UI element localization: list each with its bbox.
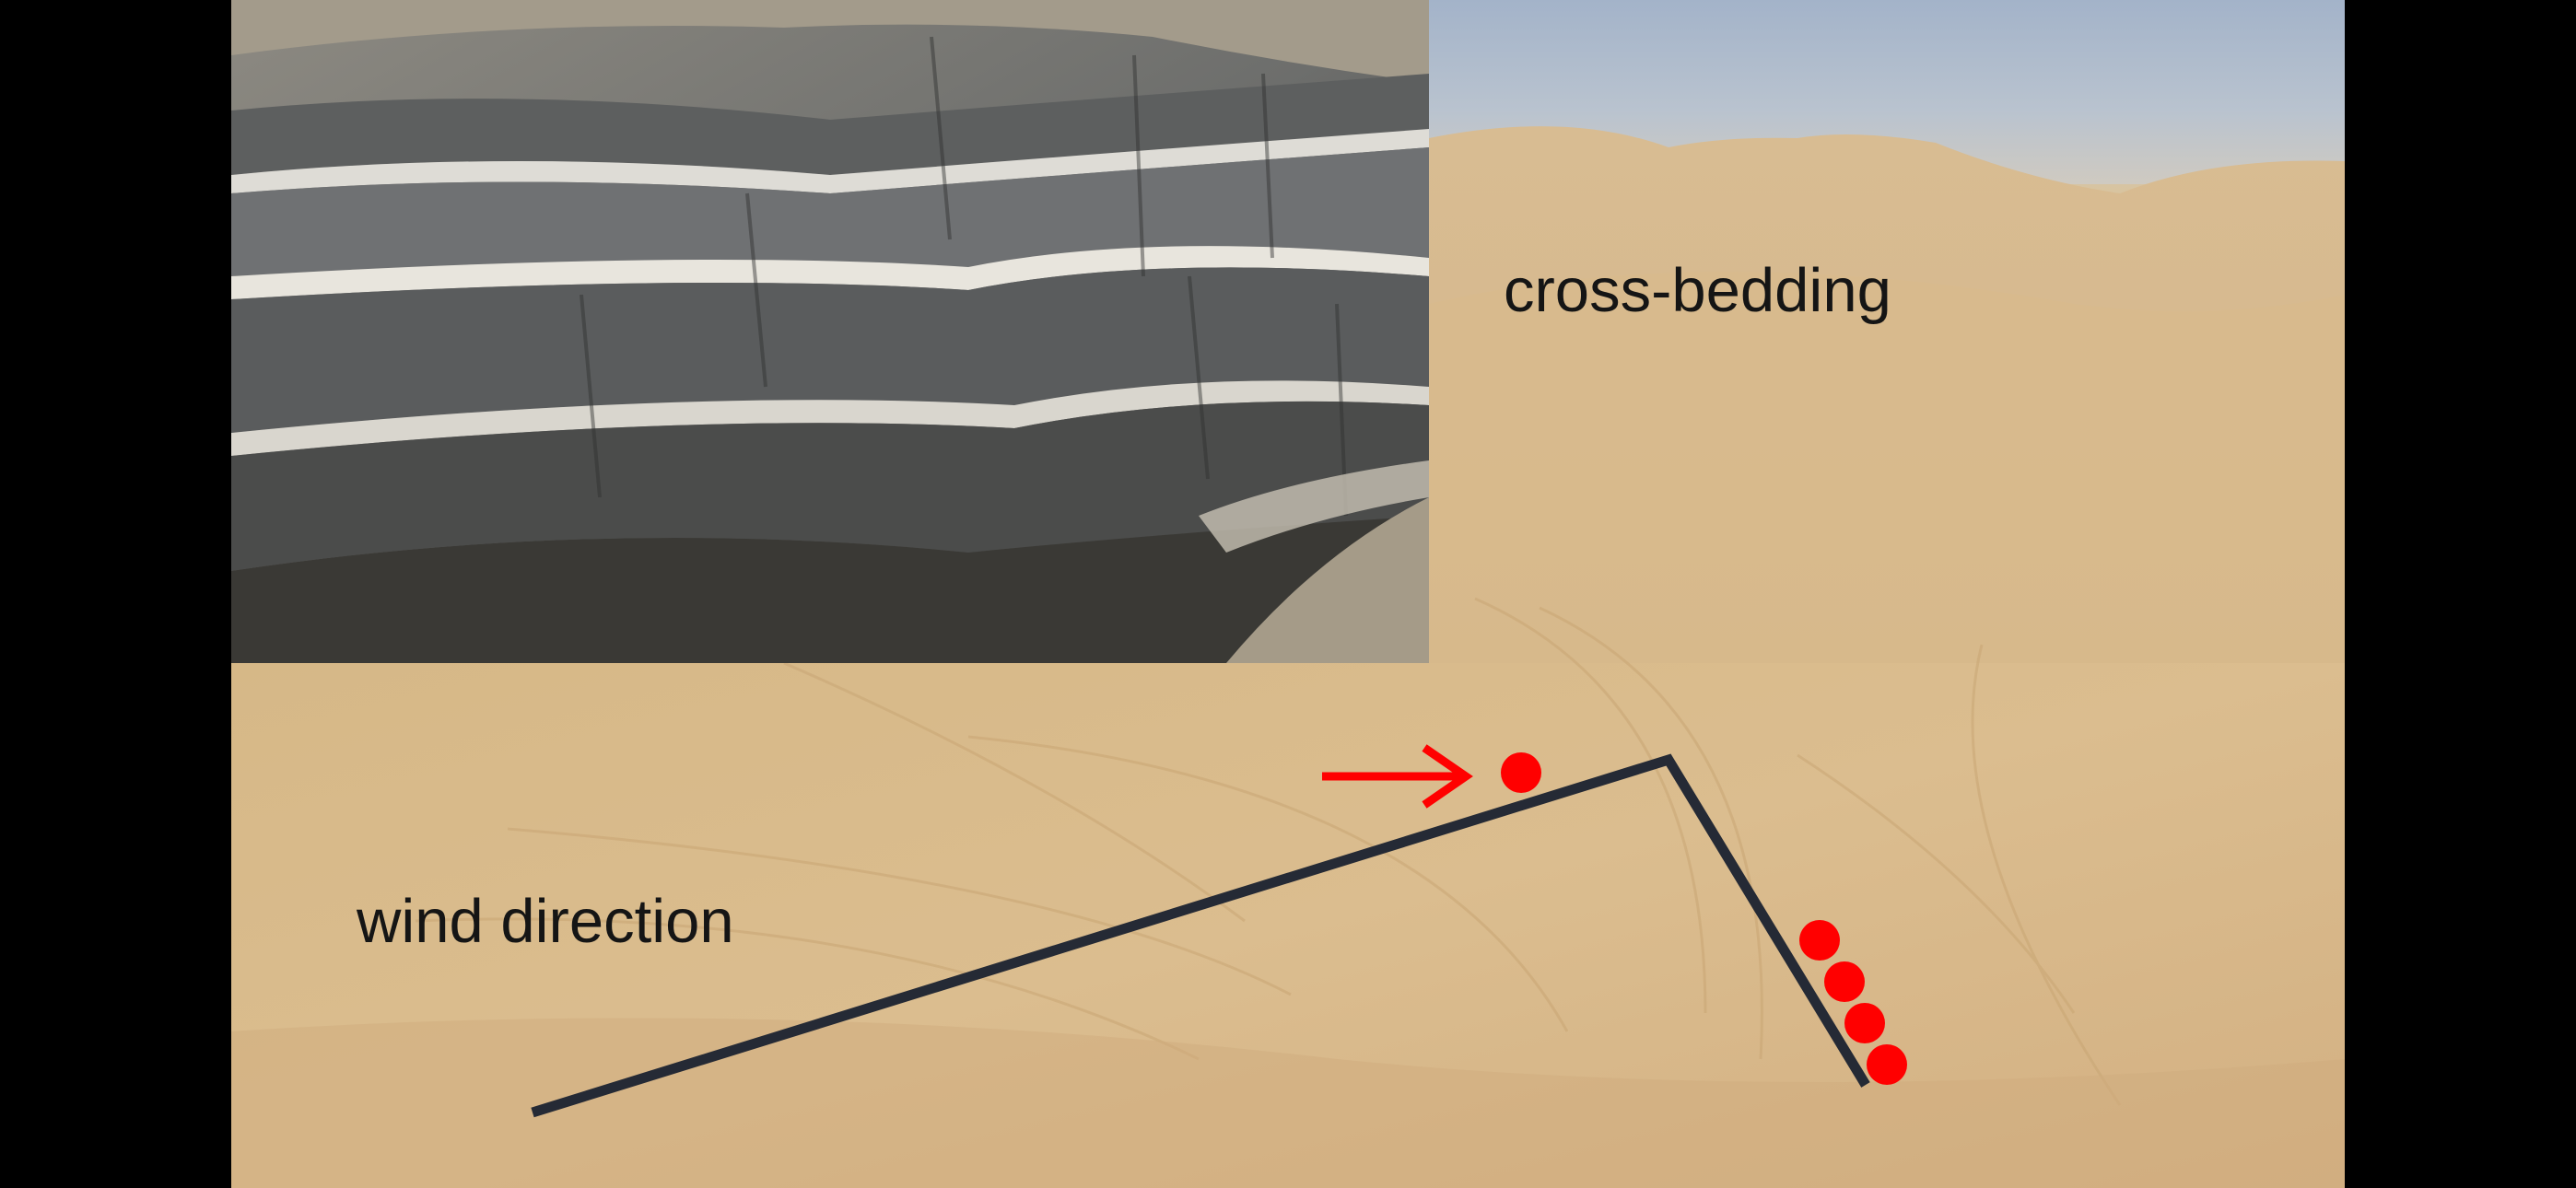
sand-grain-top: [1501, 752, 1541, 793]
sand-grain-slope-3: [1844, 1003, 1885, 1043]
red-arrow-icon: [1322, 744, 1473, 809]
sand-grain-slope-1: [1799, 920, 1840, 961]
presentation-slide: cross-bedding wind direction: [231, 0, 2345, 1188]
dune-cross-section-outline: [531, 753, 1870, 1118]
sand-grain-slope-2: [1824, 961, 1865, 1002]
sand-grain-slope-4: [1867, 1044, 1907, 1085]
video-frame: cross-bedding wind direction: [0, 0, 2576, 1188]
dune-diagram-overlay: [531, 744, 1907, 1118]
